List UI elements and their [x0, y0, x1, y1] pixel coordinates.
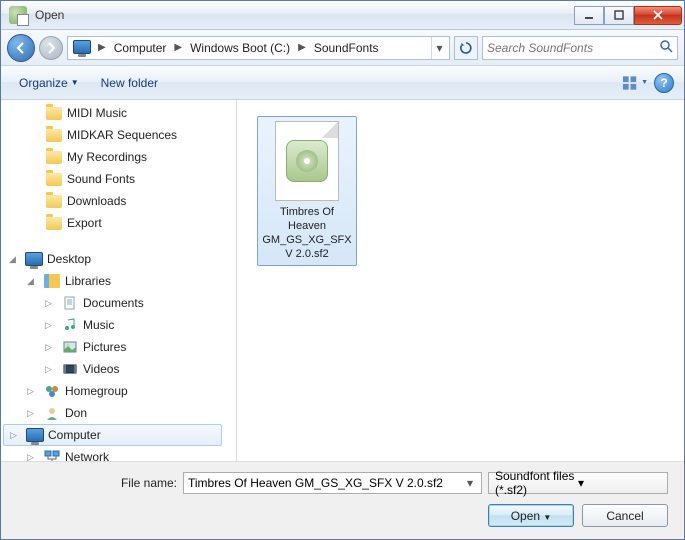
chevron-right-icon[interactable]: ▶ — [94, 42, 110, 53]
back-button[interactable] — [7, 34, 35, 62]
file-list[interactable]: Timbres Of Heaven GM_GS_XG_SFX V 2.0.sf2 — [237, 100, 684, 461]
tree-library-pictures[interactable]: ▷Pictures — [1, 336, 236, 358]
tree-library-videos[interactable]: ▷Videos — [1, 358, 236, 380]
filename-label: File name: — [17, 476, 177, 490]
videos-icon — [61, 361, 79, 377]
tree-folder[interactable]: Sound Fonts — [1, 168, 236, 190]
chevron-down-icon: ▼ — [71, 78, 79, 87]
expand-icon[interactable]: ▷ — [27, 408, 39, 419]
tree-folder[interactable]: MIDKAR Sequences — [1, 124, 236, 146]
collapse-icon[interactable]: ◢ — [9, 254, 21, 265]
tree-library-music[interactable]: ▷Music — [1, 314, 236, 336]
toolbar: Organize▼ New folder ▼ ? — [1, 66, 684, 100]
view-options-button[interactable]: ▼ — [622, 71, 648, 95]
documents-icon — [61, 295, 79, 311]
computer-icon — [73, 39, 91, 57]
window-title: Open — [33, 8, 574, 22]
soundfont-icon — [286, 140, 328, 182]
music-icon — [61, 317, 79, 333]
pictures-icon — [61, 339, 79, 355]
search-input[interactable] — [487, 41, 659, 55]
chevron-right-icon[interactable]: ▶ — [294, 42, 310, 53]
expand-icon[interactable]: ▷ — [27, 452, 39, 462]
organize-button[interactable]: Organize▼ — [11, 72, 87, 94]
file-thumbnail — [275, 121, 339, 201]
search-box[interactable] — [482, 36, 678, 60]
open-button[interactable]: Open ▼ — [488, 504, 574, 527]
search-icon[interactable] — [659, 39, 673, 56]
titlebar: Open — [1, 1, 684, 30]
filename-input[interactable] — [188, 476, 463, 490]
breadcrumb-item[interactable]: Computer — [110, 38, 171, 58]
tree-user[interactable]: ▷Don — [1, 402, 236, 424]
expand-icon[interactable]: ▷ — [10, 430, 22, 441]
filename-combo[interactable]: ▾ — [183, 472, 482, 494]
chevron-down-icon[interactable]: ▾ — [578, 476, 661, 490]
chevron-down-icon[interactable]: ▾ — [463, 476, 477, 490]
user-icon — [43, 405, 61, 421]
breadcrumb-item[interactable]: Windows Boot (C:) — [186, 38, 294, 58]
tree-library-documents[interactable]: ▷Documents — [1, 292, 236, 314]
tree-libraries[interactable]: ◢Libraries — [1, 270, 236, 292]
folder-tree[interactable]: MIDI Music MIDKAR Sequences My Recording… — [1, 100, 237, 461]
expand-icon[interactable]: ▷ — [45, 298, 57, 309]
open-dialog: Open ▶ Computer ▶ Windows Boot (C:) ▶ So… — [0, 0, 685, 540]
breadcrumb-item[interactable]: SoundFonts — [310, 38, 383, 58]
tree-homegroup[interactable]: ▷Homegroup — [1, 380, 236, 402]
tree-desktop[interactable]: ◢Desktop — [1, 248, 236, 270]
file-name-label: Timbres Of Heaven GM_GS_XG_SFX V 2.0.sf2 — [262, 205, 352, 261]
content-area: MIDI Music MIDKAR Sequences My Recording… — [1, 100, 684, 461]
tree-computer[interactable]: ▷Computer — [3, 424, 222, 446]
help-button[interactable]: ? — [654, 73, 674, 93]
file-item-selected[interactable]: Timbres Of Heaven GM_GS_XG_SFX V 2.0.sf2 — [257, 116, 357, 266]
breadcrumb-dropdown[interactable]: ▾ — [431, 37, 447, 59]
filetype-label: Soundfont files (*.sf2) — [495, 469, 578, 497]
app-icon — [9, 6, 27, 24]
new-folder-button[interactable]: New folder — [93, 72, 166, 94]
tree-folder[interactable]: My Recordings — [1, 146, 236, 168]
computer-icon — [26, 427, 44, 443]
network-icon — [43, 449, 61, 461]
close-button[interactable] — [634, 6, 682, 25]
homegroup-icon — [43, 383, 61, 399]
collapse-icon[interactable]: ◢ — [27, 276, 39, 287]
expand-icon[interactable]: ▷ — [45, 364, 57, 375]
maximize-button[interactable] — [604, 6, 634, 25]
tree-network[interactable]: ▷Network — [1, 446, 236, 461]
dialog-footer: File name: ▾ Soundfont files (*.sf2) ▾ O… — [1, 461, 684, 539]
forward-button[interactable] — [39, 36, 63, 60]
filetype-combo[interactable]: Soundfont files (*.sf2) ▾ — [488, 472, 668, 494]
refresh-button[interactable] — [454, 36, 478, 60]
tree-folder[interactable]: Downloads — [1, 190, 236, 212]
breadcrumb[interactable]: ▶ Computer ▶ Windows Boot (C:) ▶ SoundFo… — [67, 36, 450, 60]
tree-folder[interactable]: Export — [1, 212, 236, 234]
expand-icon[interactable]: ▷ — [27, 386, 39, 397]
minimize-button[interactable] — [574, 6, 604, 25]
expand-icon[interactable]: ▷ — [45, 320, 57, 331]
chevron-right-icon[interactable]: ▶ — [170, 42, 186, 53]
cancel-button[interactable]: Cancel — [582, 504, 668, 527]
tree-folder[interactable]: MIDI Music — [1, 102, 236, 124]
expand-icon[interactable]: ▷ — [45, 342, 57, 353]
navigation-bar: ▶ Computer ▶ Windows Boot (C:) ▶ SoundFo… — [1, 30, 684, 66]
